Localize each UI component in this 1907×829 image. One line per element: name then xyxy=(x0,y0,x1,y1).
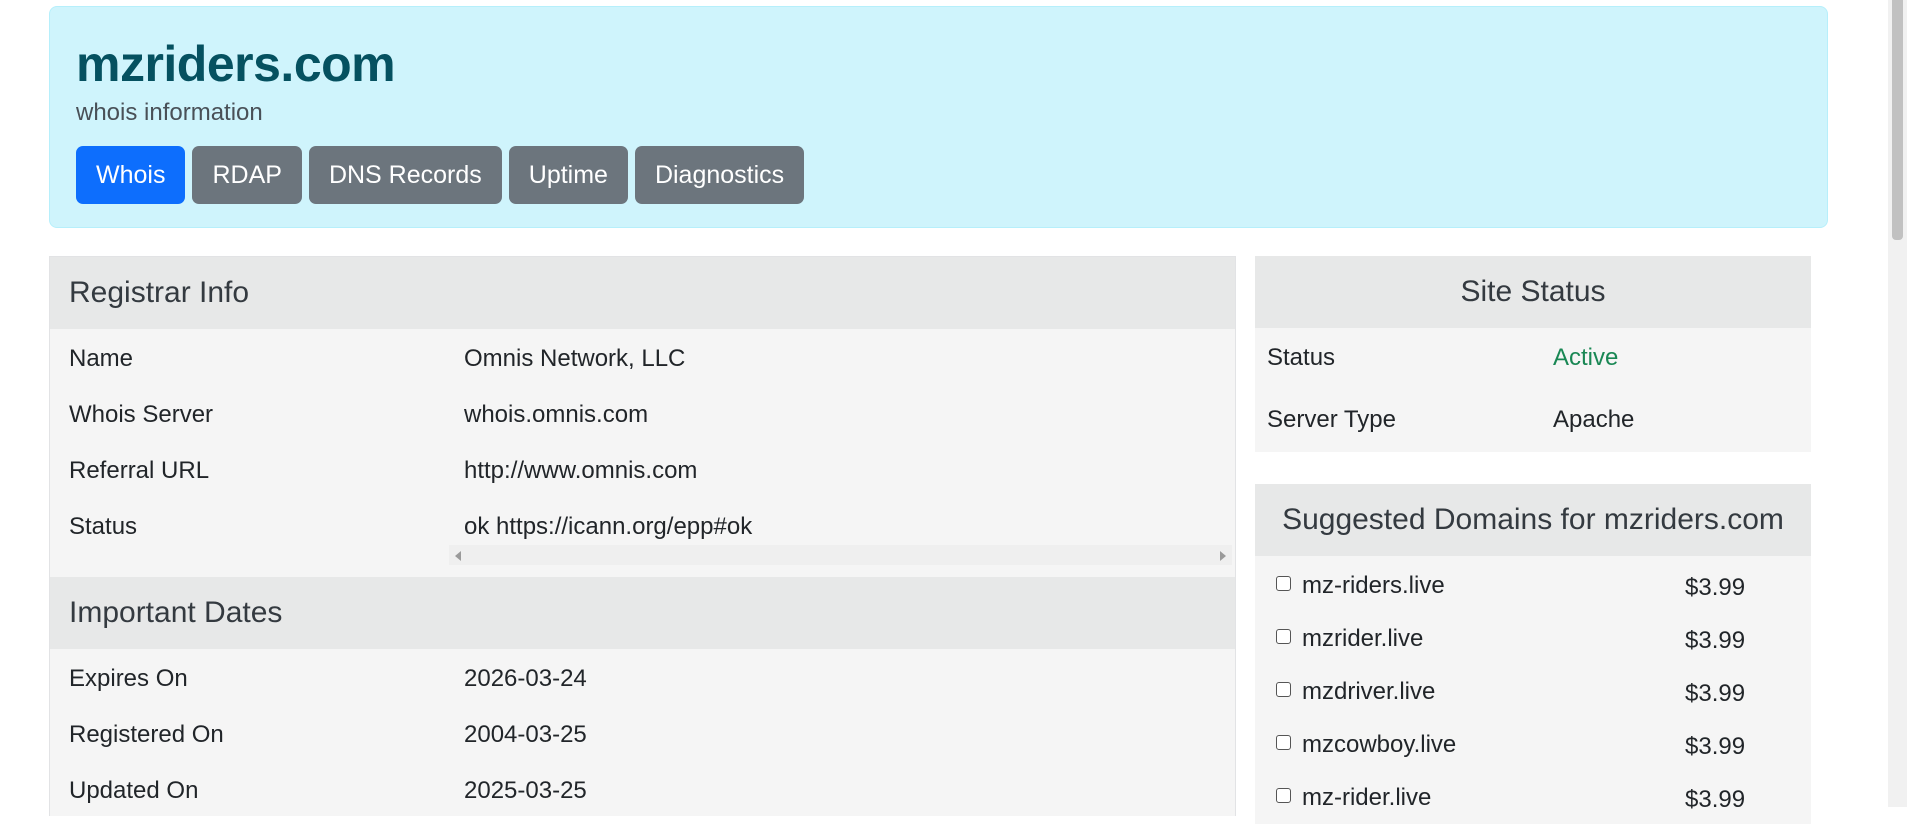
tab-whois[interactable]: Whois xyxy=(76,146,186,204)
suggested-domains-card: Suggested Domains for mzriders.com mz-ri… xyxy=(1255,484,1811,824)
date-row-expires: Expires On 2026-03-24 xyxy=(50,651,1235,707)
row-label: Name xyxy=(69,345,134,372)
row-value: ok https://icann.org/epp#ok xyxy=(464,513,753,540)
registrar-row-name: Name Omnis Network, LLC xyxy=(50,331,1235,387)
page-subtitle: whois information xyxy=(76,99,263,126)
suggested-domains-heading: Suggested Domains for mzriders.com xyxy=(1255,484,1811,556)
status-horizontal-scrollbar[interactable] xyxy=(449,545,1232,565)
row-value: whois.omnis.com xyxy=(464,401,649,428)
domain-checkbox[interactable] xyxy=(1276,788,1291,803)
row-label: Whois Server xyxy=(69,401,214,428)
site-status-heading: Site Status xyxy=(1255,256,1811,328)
domain-price: $3.99 xyxy=(1685,733,1746,760)
suggested-domain-item: mz-riders.live $3.99 xyxy=(1255,564,1811,617)
row-value: Apache xyxy=(1553,406,1635,433)
domain-header: mzriders.com whois information Whois RDA… xyxy=(49,6,1828,228)
scroll-left-arrow-icon[interactable] xyxy=(455,551,461,561)
date-row-updated: Updated On 2025-03-25 xyxy=(50,763,1235,819)
domain-name: mz-rider.live xyxy=(1302,784,1432,811)
row-value: 2004-03-25 xyxy=(464,721,587,748)
suggested-domain-item: mz-rider.live $3.99 xyxy=(1255,776,1811,829)
domain-name: mzcowboy.live xyxy=(1302,731,1457,758)
row-value: http://www.omnis.com xyxy=(464,457,698,484)
row-label: Updated On xyxy=(69,777,199,804)
tab-rdap[interactable]: RDAP xyxy=(192,146,302,204)
status-row-status: Status Active xyxy=(1255,328,1811,390)
page-vertical-scrollbar[interactable] xyxy=(1888,0,1907,807)
domain-name: mz-riders.live xyxy=(1302,572,1445,599)
row-label: Referral URL xyxy=(69,457,210,484)
site-status-card: Site Status Status Active Server Type Ap… xyxy=(1255,256,1811,452)
domain-price: $3.99 xyxy=(1685,627,1746,654)
domain-checkbox[interactable] xyxy=(1276,629,1291,644)
scrollbar-thumb[interactable] xyxy=(1892,0,1903,240)
domain-checkbox[interactable] xyxy=(1276,682,1291,697)
tab-bar: Whois RDAP DNS Records Uptime Diagnostic… xyxy=(76,146,805,204)
important-dates-heading: Important Dates xyxy=(50,577,1235,649)
whois-card: Registrar Info Name Omnis Network, LLC W… xyxy=(49,256,1236,816)
registrar-row-whois-server: Whois Server whois.omnis.com xyxy=(50,387,1235,443)
suggested-domain-item: mzrider.live $3.99 xyxy=(1255,617,1811,670)
date-row-registered: Registered On 2004-03-25 xyxy=(50,707,1235,763)
domain-price: $3.99 xyxy=(1685,574,1746,601)
domain-name: mzrider.live xyxy=(1302,625,1424,652)
domain-price: $3.99 xyxy=(1685,680,1746,707)
row-label: Server Type xyxy=(1267,406,1396,433)
registrar-info-heading: Registrar Info xyxy=(50,257,1235,329)
row-label: Registered On xyxy=(69,721,224,748)
row-label: Status xyxy=(69,513,138,540)
registrar-row-referral-url: Referral URL http://www.omnis.com xyxy=(50,443,1235,499)
domain-price: $3.99 xyxy=(1685,786,1746,813)
suggested-domain-item: mzdriver.live $3.99 xyxy=(1255,670,1811,723)
domain-checkbox[interactable] xyxy=(1276,735,1291,750)
status-row-server-type: Server Type Apache xyxy=(1255,390,1811,452)
status-active-value: Active xyxy=(1553,344,1619,371)
row-value: 2026-03-24 xyxy=(464,665,587,692)
suggested-domain-item: mzcowboy.live $3.99 xyxy=(1255,723,1811,776)
scroll-right-arrow-icon[interactable] xyxy=(1220,551,1226,561)
domain-name: mzdriver.live xyxy=(1302,678,1436,705)
row-value: Omnis Network, LLC xyxy=(464,345,686,372)
page-title: mzriders.com xyxy=(76,36,396,92)
row-label: Expires On xyxy=(69,665,188,692)
row-label: Status xyxy=(1267,344,1336,371)
tab-diagnostics[interactable]: Diagnostics xyxy=(634,146,805,204)
tab-dns-records[interactable]: DNS Records xyxy=(308,146,502,204)
domain-checkbox[interactable] xyxy=(1276,576,1291,591)
tab-uptime[interactable]: Uptime xyxy=(508,146,628,204)
row-value: 2025-03-25 xyxy=(464,777,587,804)
